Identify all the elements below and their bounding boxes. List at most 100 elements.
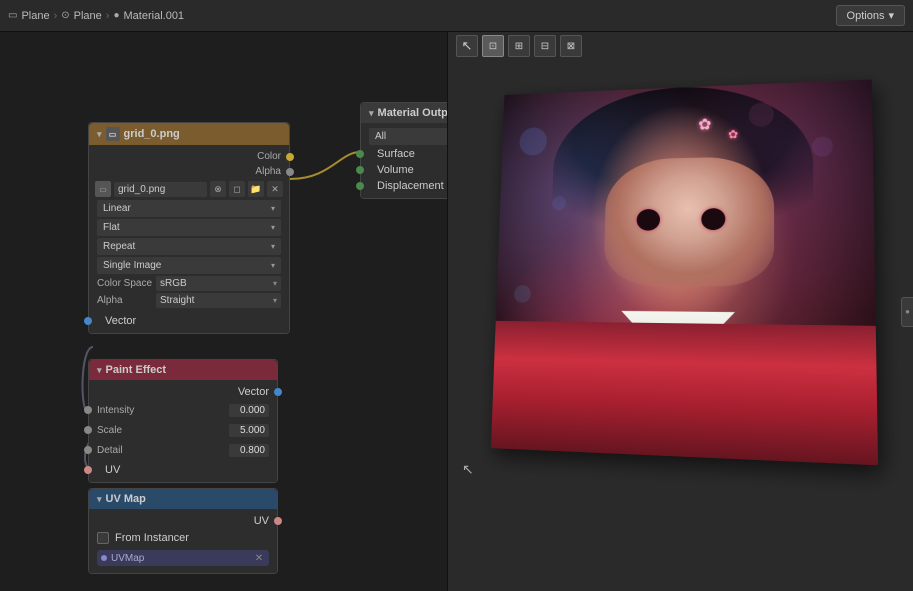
texture-node: ▾ ▭ grid_0.png Color Alpha ▭ grid_0.png [88, 122, 290, 334]
breadcrumb-sep-2: › [106, 10, 110, 22]
vector-input-row: Vector [89, 313, 289, 329]
single-image-dropdown-row: Single Image ▾ [89, 256, 289, 275]
paint-effect-title: Paint Effect [106, 364, 167, 376]
scale-value[interactable]: 5.000 [229, 424, 269, 437]
displacement-label: Displacement [377, 180, 444, 192]
repeat-dropdown[interactable]: Repeat ▾ [97, 238, 281, 255]
texture-browse-button[interactable]: 📁 [248, 181, 264, 197]
from-instancer-checkbox[interactable] [97, 532, 109, 544]
uv-map-header[interactable]: ▾ UV Map [89, 489, 277, 509]
uv-map-title: UV Map [106, 493, 146, 505]
material-output-header[interactable]: ▾ Material Output [361, 103, 448, 123]
alpha-label: Alpha [97, 295, 152, 306]
volume-input-socket[interactable] [356, 166, 364, 174]
texture-remove-button[interactable]: ✕ [267, 181, 283, 197]
viewport: ↖ ⊡ ⊞ ⊟ ⊠ ✿ ✿ [448, 32, 913, 591]
rotate-tool-button[interactable]: ⊟ [534, 35, 556, 57]
uvmap-name: UVMap [111, 553, 249, 564]
displacement-input-socket[interactable] [356, 182, 364, 190]
uv-map-body: UV From Instancer UVMap ✕ [89, 509, 277, 573]
single-image-dropdown[interactable]: Single Image ▾ [97, 257, 281, 274]
texture-type-icon: ▭ [106, 127, 120, 141]
texture-open-button[interactable]: ⊗ [210, 181, 226, 197]
uvmap-tag: UVMap ✕ [97, 550, 269, 566]
paint-vector-socket[interactable] [274, 388, 282, 396]
color-space-row: Color Space sRGB ▾ [89, 275, 289, 292]
texture-collapse-icon[interactable]: ▾ [97, 129, 102, 140]
uv-output-label: UV [105, 464, 120, 476]
detail-row: Detail 0.800 [89, 440, 277, 460]
alpha-arrow: ▾ [273, 296, 277, 305]
bokeh-4 [749, 101, 774, 126]
from-instancer-label: From Instancer [115, 532, 189, 544]
texture-color-output: Color [89, 149, 289, 164]
single-image-arrow: ▾ [271, 261, 275, 270]
intensity-label: Intensity [97, 405, 225, 416]
uv-collapse-icon[interactable]: ▾ [97, 494, 102, 505]
material-filter-dropdown[interactable]: All [369, 128, 448, 145]
uv-output-socket[interactable] [84, 466, 92, 474]
color-space-dropdown[interactable]: sRGB ▾ [156, 276, 281, 291]
material-icon: ● [113, 10, 119, 21]
eyes-area [616, 208, 747, 231]
paint-collapse-icon[interactable]: ▾ [97, 365, 102, 376]
scale-tool-button[interactable]: ⊠ [560, 35, 582, 57]
alpha-dropdown[interactable]: Straight ▾ [156, 293, 281, 308]
volume-label: Volume [377, 164, 414, 176]
linear-arrow: ▾ [271, 204, 275, 213]
texture-node-title: grid_0.png [124, 128, 180, 140]
uvmap-dot [101, 555, 107, 561]
cursor-tool-button[interactable]: ↖ [456, 35, 478, 57]
uv-map-output-socket[interactable] [274, 517, 282, 525]
paint-vector-label: Vector [238, 386, 269, 398]
translate-tool-button[interactable]: ⊞ [508, 35, 530, 57]
node-editor: ▾ ▭ grid_0.png Color Alpha ▭ grid_0.png [0, 32, 448, 591]
image-card: ✿ ✿ [491, 79, 878, 465]
repeat-dropdown-row: Repeat ▾ [89, 237, 289, 256]
side-panel-toggle[interactable]: ● [901, 297, 913, 327]
plane-icon-1: ▭ [8, 10, 17, 21]
viewport-cursor: ↖ [462, 461, 472, 471]
detail-socket[interactable] [84, 446, 92, 454]
material-collapse-icon[interactable]: ▾ [369, 108, 374, 119]
color-space-label: Color Space [97, 278, 152, 289]
material-filter-row: All [361, 127, 448, 146]
intensity-value[interactable]: 0.000 [229, 404, 269, 417]
breadcrumb-plane-2: Plane [74, 10, 102, 22]
intensity-socket[interactable] [84, 406, 92, 414]
texture-copy-button[interactable]: ◻ [229, 181, 245, 197]
texture-filename[interactable]: grid_0.png [114, 182, 207, 197]
options-button[interactable]: Options ▾ [836, 5, 905, 26]
flat-dropdown[interactable]: Flat ▾ [97, 219, 281, 236]
intensity-row: Intensity 0.000 [89, 400, 277, 420]
texture-file-row: ▭ grid_0.png ⊗ ◻ 📁 ✕ [89, 179, 289, 199]
repeat-value: Repeat [103, 241, 135, 252]
flat-dropdown-row: Flat ▾ [89, 218, 289, 237]
material-output-node: ▾ Material Output All Surface Volume [360, 102, 448, 199]
texture-node-header[interactable]: ▾ ▭ grid_0.png [89, 123, 289, 145]
scale-socket[interactable] [84, 426, 92, 434]
color-output-socket[interactable] [286, 153, 294, 161]
portrait-bg: ✿ ✿ [491, 79, 878, 465]
surface-label: Surface [377, 148, 415, 160]
scale-label: Scale [97, 425, 225, 436]
alpha-output-socket[interactable] [286, 168, 294, 176]
side-toggle-icon: ● [905, 307, 910, 316]
uvmap-remove-button[interactable]: ✕ [253, 552, 265, 564]
displacement-input-row: Displacement [361, 178, 448, 194]
vector-input-socket[interactable] [84, 317, 92, 325]
breadcrumb-plane-1: Plane [21, 10, 49, 22]
frame-tool-button[interactable]: ⊡ [482, 35, 504, 57]
breadcrumb-sep-1: › [54, 10, 58, 22]
detail-label: Detail [97, 445, 225, 456]
texture-alpha-label: Alpha [255, 166, 281, 177]
detail-value[interactable]: 0.800 [229, 444, 269, 457]
paint-effect-header[interactable]: ▾ Paint Effect [89, 360, 277, 380]
flat-arrow: ▾ [271, 223, 275, 232]
paint-effect-node: ▾ Paint Effect Vector Intensity 0.000 Sc… [88, 359, 278, 483]
file-type-icon: ▭ [95, 181, 111, 197]
flower-ornament-1: ✿ [698, 114, 711, 134]
surface-input-socket[interactable] [356, 150, 364, 158]
bokeh-2 [812, 136, 833, 156]
linear-dropdown[interactable]: Linear ▾ [97, 200, 281, 217]
